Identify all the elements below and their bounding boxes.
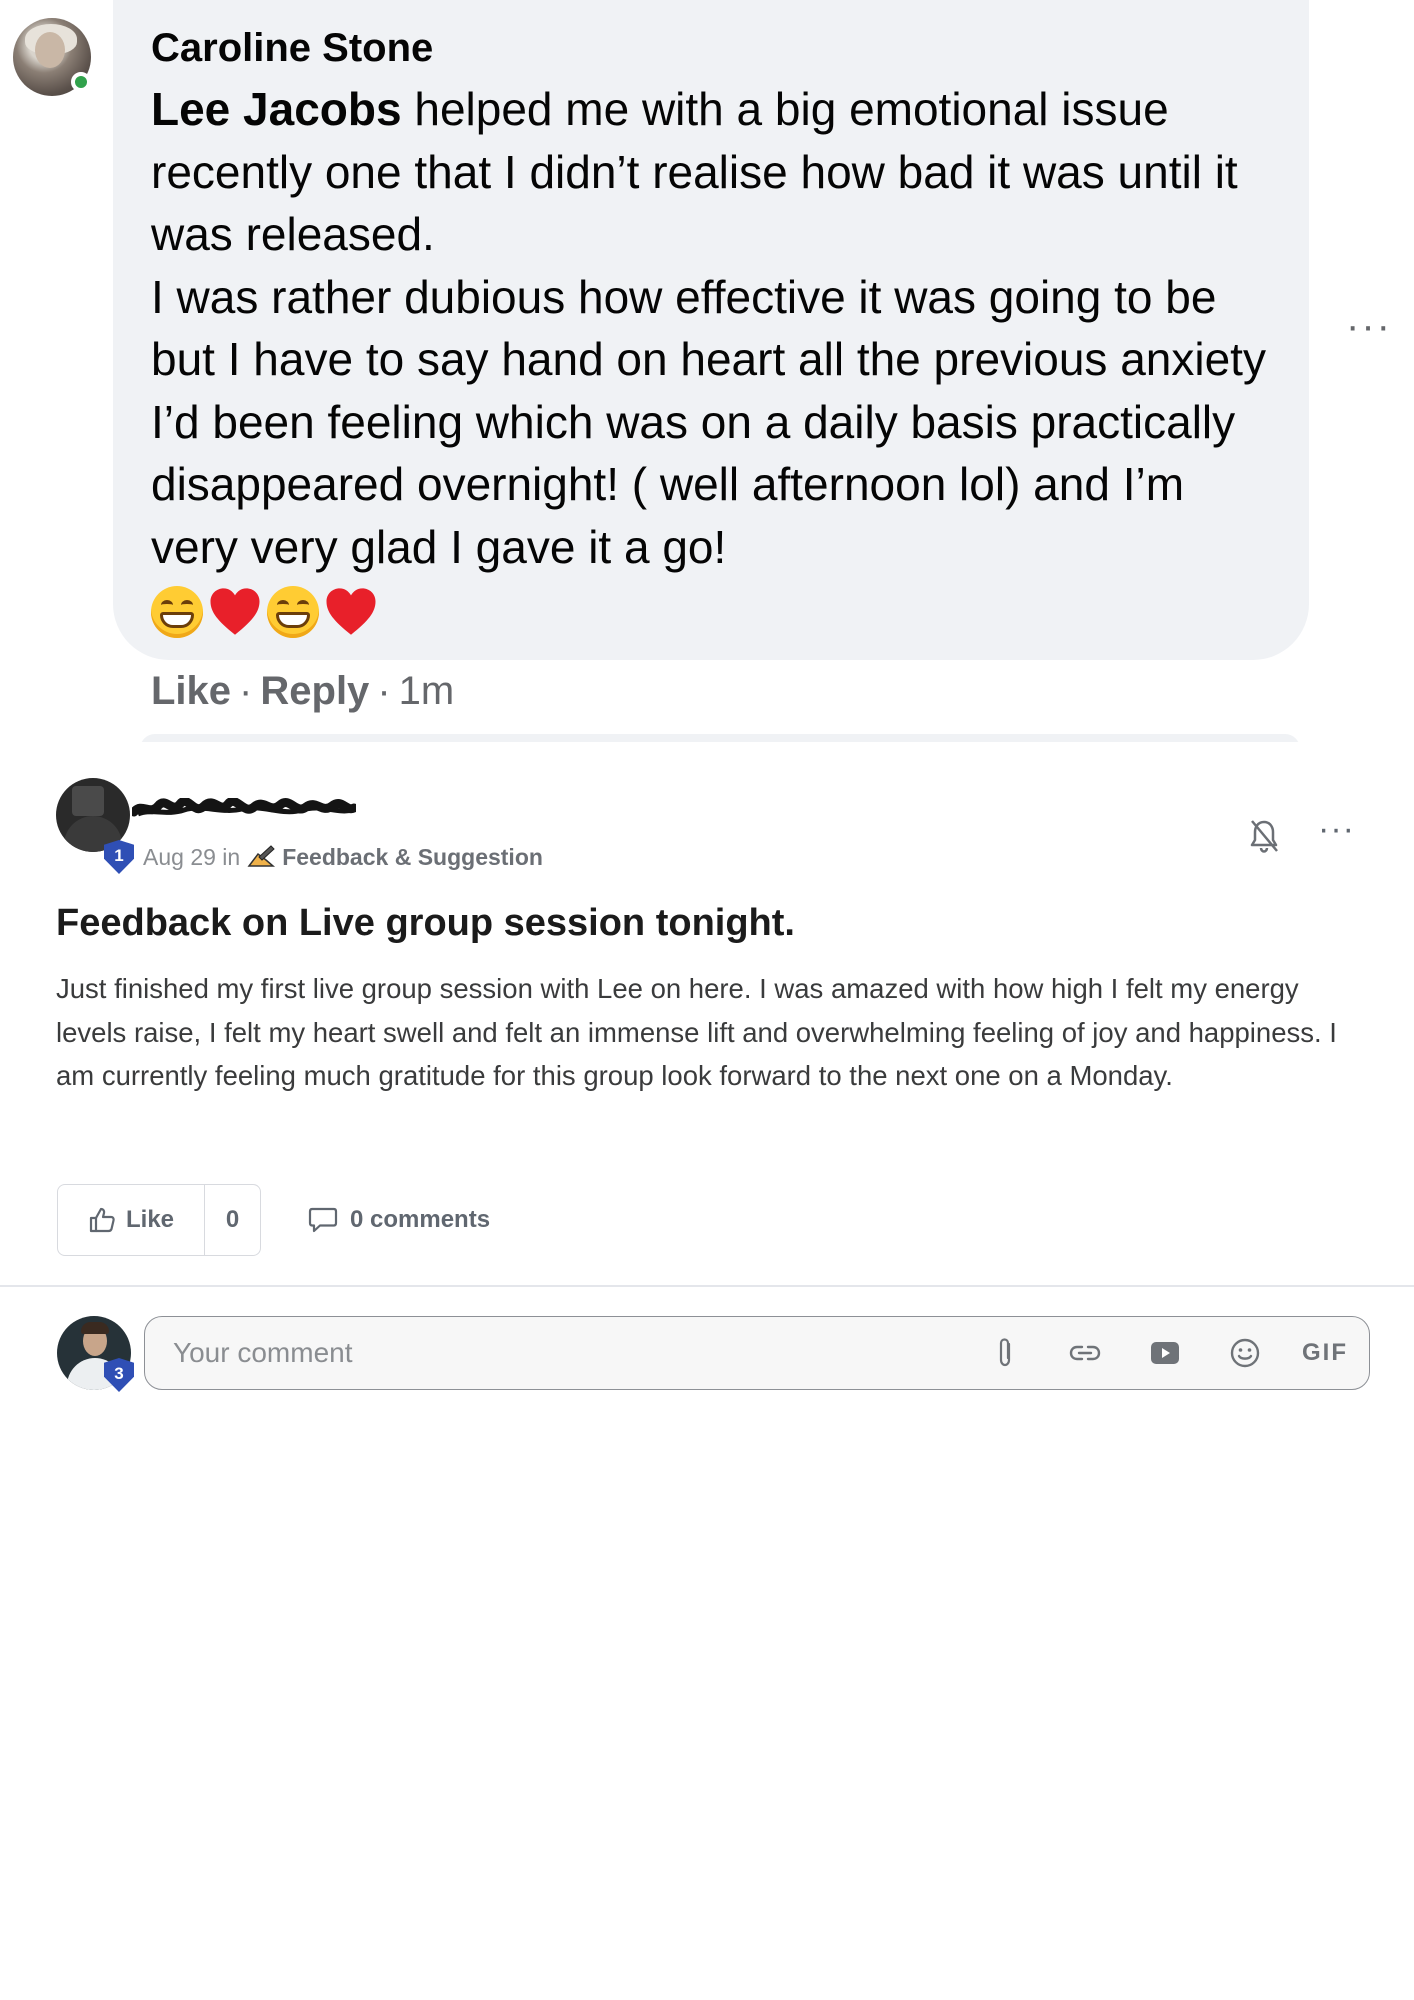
- speech-bubble-icon: [308, 1207, 338, 1233]
- post-title: Feedback on Live group session tonight.: [56, 902, 795, 944]
- comments-link[interactable]: 0 comments: [308, 1200, 490, 1240]
- post-category-link[interactable]: Feedback & Suggestion: [282, 842, 543, 872]
- online-status-dot: [71, 72, 91, 92]
- thumbs-up-icon: [89, 1207, 115, 1233]
- comment-timestamp[interactable]: 1m: [399, 669, 455, 713]
- comment-emojis: [151, 580, 1275, 644]
- like-label: Like: [125, 1206, 175, 1233]
- grinning-face-icon: [151, 586, 203, 638]
- next-comment-bubble-edge: [140, 734, 1300, 742]
- post-more-options-button[interactable]: ···: [1318, 812, 1355, 846]
- video-play-icon: [1151, 1342, 1179, 1364]
- post-meta: Aug 29 in Feedback & Suggestion: [143, 842, 543, 872]
- post-body: Just finished my first live group sessio…: [56, 973, 1337, 1091]
- comment-author[interactable]: Caroline Stone: [151, 22, 1275, 74]
- separator-dot: ·: [239, 669, 253, 713]
- emoji-button[interactable]: [1227, 1335, 1263, 1371]
- composer-tools: GIF: [987, 1335, 1346, 1371]
- comment-text: Lee Jacobs helped me with a big emotiona…: [151, 78, 1275, 578]
- video-button[interactable]: [1147, 1335, 1183, 1371]
- smiley-icon: [1230, 1338, 1260, 1368]
- comment-reply-link[interactable]: Reply: [260, 669, 369, 713]
- commenter-avatar[interactable]: [13, 18, 91, 96]
- gif-button[interactable]: GIF: [1302, 1335, 1346, 1371]
- community-post: 1 Aug 29 in Feedback & Suggestion ··· Fe…: [0, 742, 1414, 2000]
- comment-paragraph-2: I was rather dubious how effective it wa…: [151, 270, 1266, 573]
- red-heart-icon: [210, 588, 260, 635]
- paperclip-icon: [999, 1338, 1011, 1367]
- like-count: 0: [225, 1206, 240, 1233]
- link-icon: [1069, 1345, 1101, 1361]
- attach-button[interactable]: [987, 1335, 1023, 1371]
- grinning-face-icon: [267, 586, 319, 638]
- divider: [0, 1285, 1414, 1287]
- comments-count-label: 0 comments: [350, 1206, 491, 1233]
- comment-like-link[interactable]: Like: [151, 669, 231, 713]
- bell-off-icon[interactable]: [1248, 818, 1280, 854]
- author-level-badge: 1: [104, 840, 134, 874]
- post-date[interactable]: Aug 29 in: [143, 842, 240, 872]
- like-control: Like 0: [57, 1184, 261, 1256]
- comment-composer: GIF: [144, 1316, 1370, 1390]
- comment-more-options-button[interactable]: ···: [1346, 306, 1392, 346]
- redacted-username: [132, 798, 356, 817]
- comment-input[interactable]: [171, 1336, 987, 1370]
- writing-hand-icon: [247, 845, 276, 867]
- link-button[interactable]: [1067, 1335, 1103, 1371]
- red-heart-icon: [326, 588, 376, 635]
- like-button[interactable]: Like: [58, 1185, 205, 1255]
- comment-actions: Like · Reply · 1m: [151, 665, 454, 717]
- separator-dot: ·: [377, 669, 391, 713]
- comment-bubble: Caroline Stone Lee Jacobs helped me with…: [113, 0, 1309, 660]
- mention-link[interactable]: Lee Jacobs: [151, 83, 402, 135]
- facebook-comment-screenshot: Caroline Stone Lee Jacobs helped me with…: [0, 0, 1414, 742]
